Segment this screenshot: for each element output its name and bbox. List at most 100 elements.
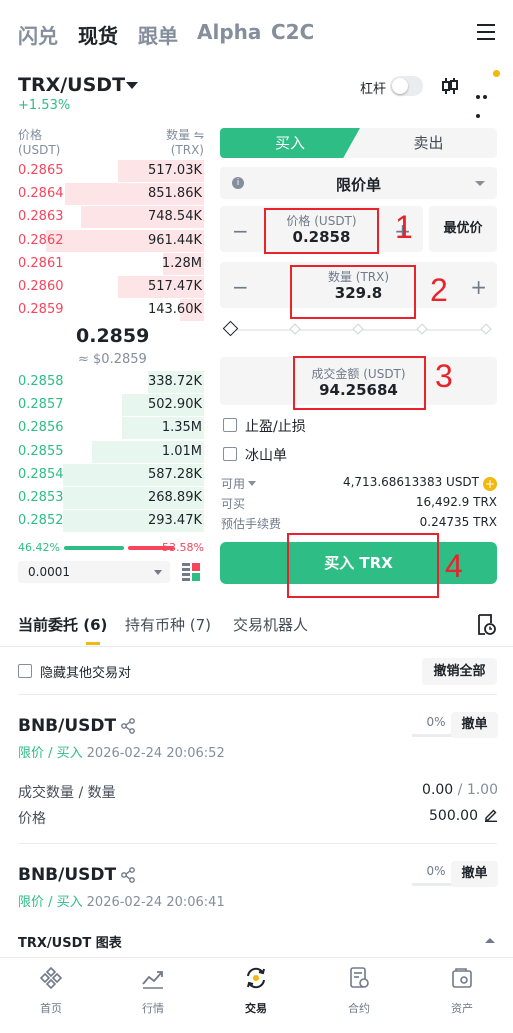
divider — [18, 843, 497, 844]
bid-price: 0.2857 — [18, 397, 64, 413]
tab-alpha[interactable]: Alpha — [197, 20, 261, 44]
orderbook-layout-icon[interactable] — [182, 563, 200, 581]
annotation-number-4: 4 — [445, 548, 463, 584]
tab-copy-trading[interactable]: 跟单 — [138, 20, 178, 49]
price-label: 价格 — [18, 811, 46, 827]
order-type: 限价 / 买入 — [18, 895, 83, 910]
annotation-box-3 — [293, 356, 426, 410]
slider-mark-75[interactable] — [416, 323, 428, 335]
iceberg-checkbox[interactable] — [223, 447, 237, 461]
bid-price: 0.2856 — [18, 420, 64, 436]
bid-row[interactable]: 0.2858 338.72K — [18, 370, 204, 393]
more-icon[interactable] — [476, 84, 496, 118]
tab-c2c[interactable]: C2C — [271, 20, 314, 44]
buy-tab[interactable]: 买入 — [220, 128, 360, 158]
chevron-up-icon[interactable] — [485, 938, 495, 943]
ask-row[interactable]: 0.2865 517.03K — [18, 159, 204, 182]
add-funds-icon[interactable]: + — [483, 477, 497, 491]
order-type-value: 限价单 — [335, 176, 381, 194]
bid-qty: 293.47K — [147, 513, 202, 529]
ask-row[interactable]: 0.2862 961.44K — [18, 229, 204, 252]
pair-name[interactable]: TRX/USDT — [18, 74, 125, 96]
divider — [0, 646, 513, 647]
bid-qty: 1.01M — [161, 443, 202, 459]
bottom-nav: 首页 行情 交易 合约 资产 — [0, 957, 513, 1033]
ask-qty: 517.03K — [147, 163, 202, 178]
bid-row[interactable]: 0.2856 1.35M — [18, 416, 204, 440]
cancel-all-button[interactable]: 撤销全部 — [422, 658, 497, 685]
fee-label: 预估手续费 — [221, 517, 282, 531]
cancel-order-button[interactable]: 撤单 — [451, 861, 498, 887]
bid-row[interactable]: 0.2853 268.89K — [18, 486, 204, 509]
notification-dot — [493, 70, 500, 77]
order-time: 2026-02-24 20:06:41 — [86, 895, 225, 910]
ask-price: 0.2865 — [18, 163, 64, 178]
amount-slider[interactable] — [222, 320, 492, 338]
ask-row[interactable]: 0.2863 748.54K — [18, 205, 204, 229]
pair-selector[interactable]: TRX/USDT — [18, 74, 498, 98]
ask-price: 0.2862 — [18, 232, 64, 248]
bid-row[interactable]: 0.2857 502.90K — [18, 393, 204, 417]
cancel-order-button[interactable]: 撤单 — [451, 712, 498, 738]
hide-others-checkbox[interactable] — [18, 664, 32, 678]
tab-convert[interactable]: 闪兑 — [18, 20, 58, 49]
orders-tabs: 当前委托 (6) 持有币种 (7) 交易机器人 — [18, 612, 498, 646]
chevron-down-icon — [248, 481, 257, 486]
nav-assets[interactable]: 资产 — [411, 958, 513, 1033]
home-icon — [40, 967, 62, 989]
chevron-down-icon — [475, 181, 485, 186]
best-price-button[interactable]: 最优价 — [429, 206, 497, 252]
chart-toggle-bar[interactable]: TRX/USDT 图表 — [0, 923, 513, 957]
ask-row[interactable]: 0.2859 143.60K — [18, 298, 204, 322]
order-history-icon[interactable] — [476, 614, 496, 636]
slider-mark-25[interactable] — [289, 323, 301, 335]
bid-row[interactable]: 0.2855 1.01M — [18, 440, 204, 463]
annotation-number-3: 3 — [435, 358, 453, 394]
can-buy-value: 16,492.9 TRX — [415, 495, 497, 509]
edit-icon[interactable] — [484, 808, 498, 822]
tab-trading-bots[interactable]: 交易机器人 — [233, 614, 308, 635]
available-label-wrap[interactable]: 可用 — [221, 475, 257, 492]
bid-price: 0.2854 — [18, 466, 64, 482]
nav-markets[interactable]: 行情 — [102, 958, 204, 1033]
mid-price[interactable]: 0.2859 — [76, 325, 149, 347]
nav-home-label: 首页 — [40, 1002, 62, 1015]
buy-ratio: 46.42% — [18, 541, 60, 554]
tpsl-checkbox[interactable] — [223, 418, 237, 432]
bid-qty: 338.72K — [147, 374, 202, 389]
ask-price: 0.2859 — [18, 302, 64, 318]
nav-trade[interactable]: 交易 — [205, 958, 307, 1033]
menu-icon[interactable] — [477, 24, 495, 40]
nav-trade-label: 交易 — [245, 1002, 267, 1015]
ask-row[interactable]: 0.2864 851.86K — [18, 182, 204, 206]
nav-futures[interactable]: 合约 — [308, 958, 410, 1033]
slider-mark-50[interactable] — [352, 323, 364, 335]
quantity-plus-button[interactable]: + — [470, 275, 487, 299]
chevron-down-icon[interactable] — [126, 82, 138, 89]
share-icon[interactable] — [120, 718, 136, 734]
tab-open-orders[interactable]: 当前委托 (6) — [18, 614, 107, 635]
leverage-toggle[interactable] — [390, 76, 423, 96]
order-type-select[interactable]: i 限价单 — [220, 167, 497, 199]
bid-row[interactable]: 0.2854 587.28K — [18, 463, 204, 486]
bid-row[interactable]: 0.2852 293.47K — [18, 509, 204, 533]
ask-row[interactable]: 0.2860 517.47K — [18, 275, 204, 298]
leverage-label: 杠杆 — [360, 82, 387, 97]
nav-home[interactable]: 首页 — [0, 958, 102, 1033]
tab-holdings[interactable]: 持有币种 (7) — [125, 614, 211, 635]
annotation-number-2: 2 — [430, 272, 448, 308]
order-symbol: BNB/USDT — [18, 716, 117, 736]
qty-header[interactable]: 数量 ⇋ — [166, 128, 204, 143]
candlestick-icon[interactable] — [440, 76, 460, 96]
tab-spot[interactable]: 现货 — [78, 20, 118, 49]
order-time: 2026-02-24 20:06:52 — [86, 746, 225, 761]
annotation-box-4 — [287, 533, 439, 598]
share-icon[interactable] — [120, 867, 136, 883]
ask-qty: 517.47K — [147, 278, 202, 294]
slider-handle[interactable] — [222, 320, 239, 337]
slider-mark-100[interactable] — [480, 323, 492, 335]
precision-select[interactable]: 0.0001 — [18, 561, 170, 583]
sell-tab[interactable]: 卖出 — [360, 128, 497, 158]
ask-row[interactable]: 0.2861 1.28M — [18, 252, 204, 275]
bid-qty: 1.35M — [161, 420, 202, 436]
